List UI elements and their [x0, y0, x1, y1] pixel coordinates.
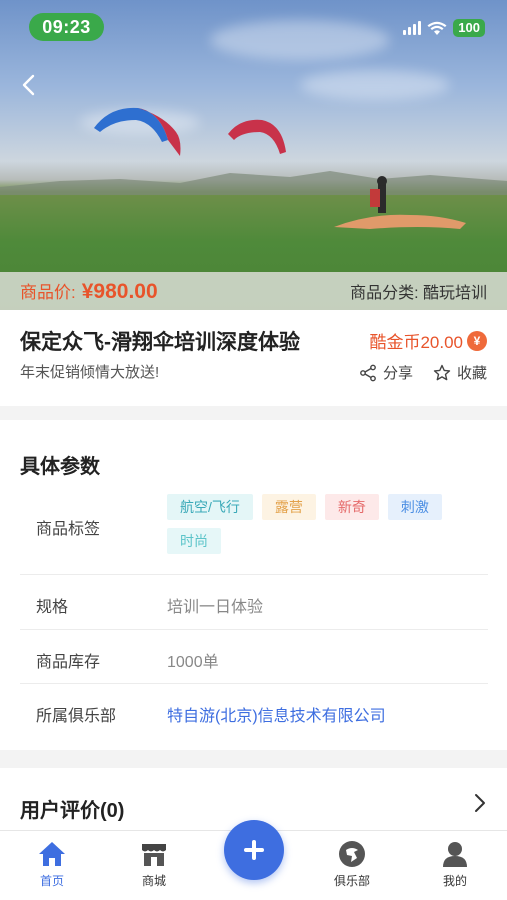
product-hero-image: 09:23 100 商品价: ¥980.00 商品分类: 酷玩培训: [0, 0, 507, 310]
reviews-title: 用户评价(0): [20, 800, 125, 822]
product-tag: 露营: [261, 494, 316, 520]
user-icon: [443, 842, 467, 867]
tab-mine-label: 我的: [442, 874, 467, 888]
club-row: 所属俱乐部 特自游(北京)信息技术有限公司: [20, 684, 488, 740]
share-icon: [360, 364, 376, 381]
tag-list: 航空/飞行 露营 新奇 刺激时尚: [167, 494, 487, 554]
params-section: 具体参数 商品标签 航空/飞行 露营 新奇 刺激时尚 规格 培训一日体验 商品库存 1…: [0, 420, 507, 750]
status-time: 09:23: [29, 13, 104, 41]
favorite-label: 收藏: [456, 365, 487, 382]
price-value: ¥980.00: [81, 280, 158, 303]
paraglider-canopy-icon: [94, 107, 286, 156]
tags-row: 商品标签 航空/飞行 露营 新奇 刺激时尚: [20, 480, 488, 575]
product-tag: 刺激: [387, 494, 442, 520]
tags-label: 商品标签: [36, 521, 101, 538]
star-icon: [433, 364, 451, 380]
tab-home[interactable]: 首页: [22, 839, 82, 889]
chevron-left-icon: [22, 74, 35, 96]
share-label: 分享: [382, 365, 413, 382]
params-title: 具体参数: [20, 456, 100, 478]
product-category: 商品分类: 酷玩培训: [350, 285, 487, 302]
battery-indicator: 100: [453, 19, 485, 37]
spec-row: 规格 培训一日体验: [20, 575, 488, 630]
stock-label: 商品库存: [36, 654, 101, 671]
add-button[interactable]: [224, 820, 284, 880]
price-bar: 商品价: ¥980.00 商品分类: 酷玩培训: [0, 272, 507, 310]
cellular-signal-icon: [403, 21, 422, 35]
tab-home-label: 首页: [39, 874, 64, 888]
tab-mall[interactable]: 商城: [124, 839, 184, 889]
status-bar: 09:23 100: [0, 0, 507, 50]
coin-icon: ¥: [467, 330, 487, 351]
chevron-right-icon: [475, 794, 485, 812]
spec-label: 规格: [36, 599, 69, 616]
product-tag: 时尚: [167, 528, 221, 554]
product-tag: 航空/飞行: [167, 494, 253, 520]
product-info-card: 保定众飞-滑翔伞培训深度体验 年末促销倾情大放送! 酷金币20.00 ¥ 分享 …: [0, 310, 507, 406]
coin-price: 酷金币20.00 ¥: [369, 328, 487, 353]
stock-value: 1000单: [167, 654, 219, 671]
tab-mine[interactable]: 我的: [425, 839, 485, 889]
tab-club-label: 俱乐部: [333, 874, 370, 888]
stock-row: 商品库存 1000单: [20, 630, 488, 684]
club-icon: [339, 841, 365, 867]
ground-canopy-icon: [334, 176, 466, 229]
product-tag: 新奇: [324, 494, 379, 520]
club-link[interactable]: 特自游(北京)信息技术有限公司: [167, 702, 386, 726]
club-label: 所属俱乐部: [36, 708, 117, 725]
store-icon: [142, 844, 166, 866]
coin-text: 酷金币20.00: [369, 333, 463, 352]
product-subtitle: 年末促销倾情大放送!: [20, 364, 160, 381]
share-button[interactable]: 分享: [359, 362, 413, 383]
price-label: 商品价:: [20, 283, 76, 302]
favorite-button[interactable]: 收藏: [433, 362, 487, 383]
tab-club[interactable]: 俱乐部: [322, 839, 382, 889]
home-icon: [39, 842, 65, 866]
wifi-icon: [427, 21, 447, 35]
back-button[interactable]: [14, 70, 44, 100]
product-title: 保定众飞-滑翔伞培训深度体验: [20, 331, 300, 354]
spec-value: 培训一日体验: [167, 599, 264, 616]
tab-mall-label: 商城: [141, 874, 166, 888]
